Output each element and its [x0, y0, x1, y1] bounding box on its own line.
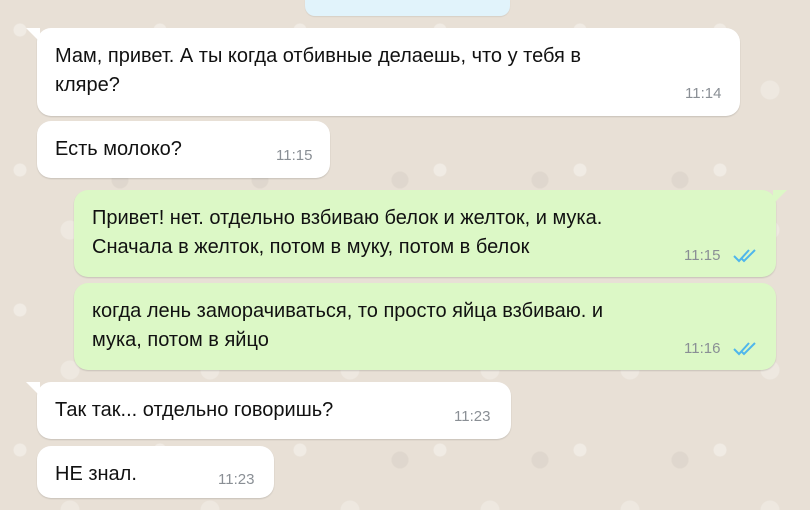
double-check-icon: [733, 249, 756, 263]
message-text: НЕ знал.: [55, 463, 137, 485]
incoming-message[interactable]: Так так... отдельно говоришь? 11:23: [26, 382, 511, 439]
incoming-message[interactable]: НЕ знал. 11:23: [37, 446, 274, 498]
message-time: 11:23: [218, 471, 255, 488]
message-time: 11:15: [276, 147, 313, 164]
date-separator: [305, 0, 510, 16]
message-time: 11:14: [685, 85, 722, 102]
incoming-message[interactable]: Мам, привет. А ты когда отбивные делаешь…: [26, 28, 740, 116]
message-text: Мам, привет. А ты когда отбивные делаешь…: [55, 45, 582, 96]
double-check-icon: [733, 342, 756, 356]
incoming-message[interactable]: Есть молоко? 11:15: [37, 121, 330, 178]
message-time: 11:23: [454, 408, 491, 425]
message-text: Есть молоко?: [55, 138, 182, 160]
message-time: 11:15: [684, 247, 721, 264]
message-time: 11:16: [684, 340, 721, 357]
message-text: когда лень заморачиваться, то просто яйц…: [92, 300, 604, 351]
message-text: Так так... отдельно говоришь?: [55, 399, 334, 421]
outgoing-message[interactable]: когда лень заморачиваться, то просто яйц…: [74, 283, 776, 370]
message-text: Привет! нет. отдельно взбиваю белок и же…: [92, 207, 603, 258]
outgoing-message[interactable]: Привет! нет. отдельно взбиваю белок и же…: [74, 190, 787, 277]
